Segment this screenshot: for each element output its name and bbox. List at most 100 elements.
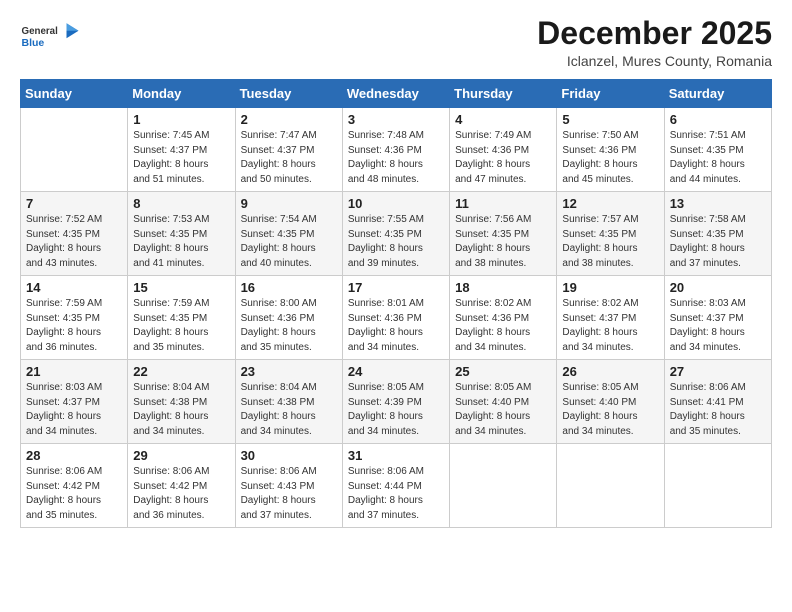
day-detail: Sunrise: 7:53 AMSunset: 4:35 PMDaylight:… <box>133 213 229 271</box>
calendar-cell: 14 Sunrise: 7:59 AMSunset: 4:35 PMDayligh… <box>21 276 128 360</box>
calendar-cell: 10 Sunrise: 7:55 AMSunset: 4:35 PMDayligh… <box>342 192 449 276</box>
day-detail: Sunrise: 7:51 AMSunset: 4:35 PMDaylight:… <box>670 129 766 187</box>
day-detail: Sunrise: 7:56 AMSunset: 4:35 PMDaylight:… <box>455 213 551 271</box>
day-number: 14 <box>26 280 122 295</box>
day-detail: Sunrise: 8:03 AMSunset: 4:37 PMDaylight:… <box>26 381 122 439</box>
calendar-cell: 8 Sunrise: 7:53 AMSunset: 4:35 PMDaylight… <box>128 192 235 276</box>
calendar-cell: 6 Sunrise: 7:51 AMSunset: 4:35 PMDaylight… <box>664 108 771 192</box>
calendar-cell: 24 Sunrise: 8:05 AMSunset: 4:39 PMDayligh… <box>342 360 449 444</box>
calendar-cell: 26Sunrise: 8:05 AMSunset: 4:40 PMDayligh… <box>557 360 664 444</box>
day-number: 5 <box>562 112 658 127</box>
day-number: 19 <box>562 280 658 295</box>
day-number: 17 <box>348 280 444 295</box>
day-detail: Sunrise: 7:48 AMSunset: 4:36 PMDaylight:… <box>348 129 444 187</box>
calendar-cell: 1 Sunrise: 7:45 AMSunset: 4:37 PMDaylight… <box>128 108 235 192</box>
header: General Blue December 2025 Iclanzel, Mur… <box>20 16 772 69</box>
calendar-cell: 23Sunrise: 8:04 AMSunset: 4:38 PMDayligh… <box>235 360 342 444</box>
calendar-cell <box>21 108 128 192</box>
calendar-cell: 3 Sunrise: 7:48 AMSunset: 4:36 PMDaylight… <box>342 108 449 192</box>
day-detail: Sunrise: 8:02 AMSunset: 4:36 PMDaylight:… <box>455 297 551 355</box>
day-detail: Sunrise: 8:06 AMSunset: 4:42 PMDaylight:… <box>133 465 229 523</box>
day-detail: Sunrise: 7:57 AMSunset: 4:35 PMDaylight:… <box>562 213 658 271</box>
day-number: 8 <box>133 196 229 211</box>
col-header-friday: Friday <box>557 80 664 108</box>
day-detail: Sunrise: 7:58 AMSunset: 4:35 PMDaylight:… <box>670 213 766 271</box>
day-detail: Sunrise: 8:00 AMSunset: 4:36 PMDaylight:… <box>241 297 337 355</box>
calendar-cell: 31Sunrise: 8:06 AMSunset: 4:44 PMDayligh… <box>342 444 449 528</box>
col-header-wednesday: Wednesday <box>342 80 449 108</box>
day-detail: Sunrise: 7:45 AMSunset: 4:37 PMDaylight:… <box>133 129 229 187</box>
day-number: 20 <box>670 280 766 295</box>
calendar-cell: 12 Sunrise: 7:57 AMSunset: 4:35 PMDayligh… <box>557 192 664 276</box>
calendar-week-row: 21 Sunrise: 8:03 AMSunset: 4:37 PMDayligh… <box>21 360 772 444</box>
day-number: 3 <box>348 112 444 127</box>
calendar-week-row: 1 Sunrise: 7:45 AMSunset: 4:37 PMDaylight… <box>21 108 772 192</box>
col-header-monday: Monday <box>128 80 235 108</box>
col-header-thursday: Thursday <box>450 80 557 108</box>
day-number: 1 <box>133 112 229 127</box>
calendar-cell <box>664 444 771 528</box>
calendar-cell: 7 Sunrise: 7:52 AMSunset: 4:35 PMDaylight… <box>21 192 128 276</box>
day-detail: Sunrise: 8:06 AMSunset: 4:43 PMDaylight:… <box>241 465 337 523</box>
calendar-cell: 17 Sunrise: 8:01 AMSunset: 4:36 PMDayligh… <box>342 276 449 360</box>
day-number: 16 <box>241 280 337 295</box>
calendar-week-row: 14 Sunrise: 7:59 AMSunset: 4:35 PMDayligh… <box>21 276 772 360</box>
day-detail: Sunrise: 7:55 AMSunset: 4:35 PMDaylight:… <box>348 213 444 271</box>
day-detail: Sunrise: 8:04 AMSunset: 4:38 PMDaylight:… <box>133 381 229 439</box>
calendar-table: SundayMondayTuesdayWednesdayThursdayFrid… <box>20 79 772 528</box>
day-number: 12 <box>562 196 658 211</box>
day-number: 21 <box>26 364 122 379</box>
day-number: 6 <box>670 112 766 127</box>
day-detail: Sunrise: 7:50 AMSunset: 4:36 PMDaylight:… <box>562 129 658 187</box>
day-number: 22 <box>133 364 229 379</box>
day-number: 26 <box>562 364 658 379</box>
day-detail: Sunrise: 8:01 AMSunset: 4:36 PMDaylight:… <box>348 297 444 355</box>
calendar-cell: 4 Sunrise: 7:49 AMSunset: 4:36 PMDaylight… <box>450 108 557 192</box>
svg-text:General: General <box>22 26 59 37</box>
calendar-cell: 19Sunrise: 8:02 AMSunset: 4:37 PMDayligh… <box>557 276 664 360</box>
day-detail: Sunrise: 8:03 AMSunset: 4:37 PMDaylight:… <box>670 297 766 355</box>
calendar-cell: 11Sunrise: 7:56 AMSunset: 4:35 PMDayligh… <box>450 192 557 276</box>
calendar-cell: 25 Sunrise: 8:05 AMSunset: 4:40 PMDayligh… <box>450 360 557 444</box>
calendar-week-row: 7 Sunrise: 7:52 AMSunset: 4:35 PMDaylight… <box>21 192 772 276</box>
calendar-cell: 15Sunrise: 7:59 AMSunset: 4:35 PMDayligh… <box>128 276 235 360</box>
day-detail: Sunrise: 8:05 AMSunset: 4:40 PMDaylight:… <box>455 381 551 439</box>
calendar-cell: 18 Sunrise: 8:02 AMSunset: 4:36 PMDayligh… <box>450 276 557 360</box>
day-detail: Sunrise: 7:59 AMSunset: 4:35 PMDaylight:… <box>26 297 122 355</box>
col-header-saturday: Saturday <box>664 80 771 108</box>
calendar-cell: 28 Sunrise: 8:06 AMSunset: 4:42 PMDayligh… <box>21 444 128 528</box>
day-detail: Sunrise: 7:49 AMSunset: 4:36 PMDaylight:… <box>455 129 551 187</box>
calendar-cell: 29Sunrise: 8:06 AMSunset: 4:42 PMDayligh… <box>128 444 235 528</box>
day-number: 9 <box>241 196 337 211</box>
calendar-cell: 13 Sunrise: 7:58 AMSunset: 4:35 PMDayligh… <box>664 192 771 276</box>
day-number: 7 <box>26 196 122 211</box>
logo: General Blue <box>20 16 80 56</box>
col-header-sunday: Sunday <box>21 80 128 108</box>
page: General Blue December 2025 Iclanzel, Mur… <box>0 0 792 612</box>
calendar-cell: 5 Sunrise: 7:50 AMSunset: 4:36 PMDaylight… <box>557 108 664 192</box>
day-detail: Sunrise: 8:05 AMSunset: 4:39 PMDaylight:… <box>348 381 444 439</box>
day-number: 25 <box>455 364 551 379</box>
month-title: December 2025 <box>537 16 772 51</box>
day-detail: Sunrise: 8:06 AMSunset: 4:42 PMDaylight:… <box>26 465 122 523</box>
calendar-cell: 2Sunrise: 7:47 AMSunset: 4:37 PMDaylight… <box>235 108 342 192</box>
day-number: 18 <box>455 280 551 295</box>
calendar-cell: 21 Sunrise: 8:03 AMSunset: 4:37 PMDayligh… <box>21 360 128 444</box>
day-detail: Sunrise: 7:59 AMSunset: 4:35 PMDaylight:… <box>133 297 229 355</box>
calendar-cell: 30Sunrise: 8:06 AMSunset: 4:43 PMDayligh… <box>235 444 342 528</box>
calendar-cell: 9Sunrise: 7:54 AMSunset: 4:35 PMDaylight… <box>235 192 342 276</box>
day-number: 23 <box>241 364 337 379</box>
day-number: 4 <box>455 112 551 127</box>
calendar-cell: 22 Sunrise: 8:04 AMSunset: 4:38 PMDayligh… <box>128 360 235 444</box>
day-detail: Sunrise: 7:47 AMSunset: 4:37 PMDaylight:… <box>241 129 337 187</box>
calendar-cell <box>557 444 664 528</box>
location-title: Iclanzel, Mures County, Romania <box>537 53 772 69</box>
day-detail: Sunrise: 7:52 AMSunset: 4:35 PMDaylight:… <box>26 213 122 271</box>
day-number: 28 <box>26 448 122 463</box>
day-number: 24 <box>348 364 444 379</box>
day-number: 10 <box>348 196 444 211</box>
day-number: 13 <box>670 196 766 211</box>
calendar-header-row: SundayMondayTuesdayWednesdayThursdayFrid… <box>21 80 772 108</box>
calendar-week-row: 28 Sunrise: 8:06 AMSunset: 4:42 PMDayligh… <box>21 444 772 528</box>
day-detail: Sunrise: 8:06 AMSunset: 4:44 PMDaylight:… <box>348 465 444 523</box>
